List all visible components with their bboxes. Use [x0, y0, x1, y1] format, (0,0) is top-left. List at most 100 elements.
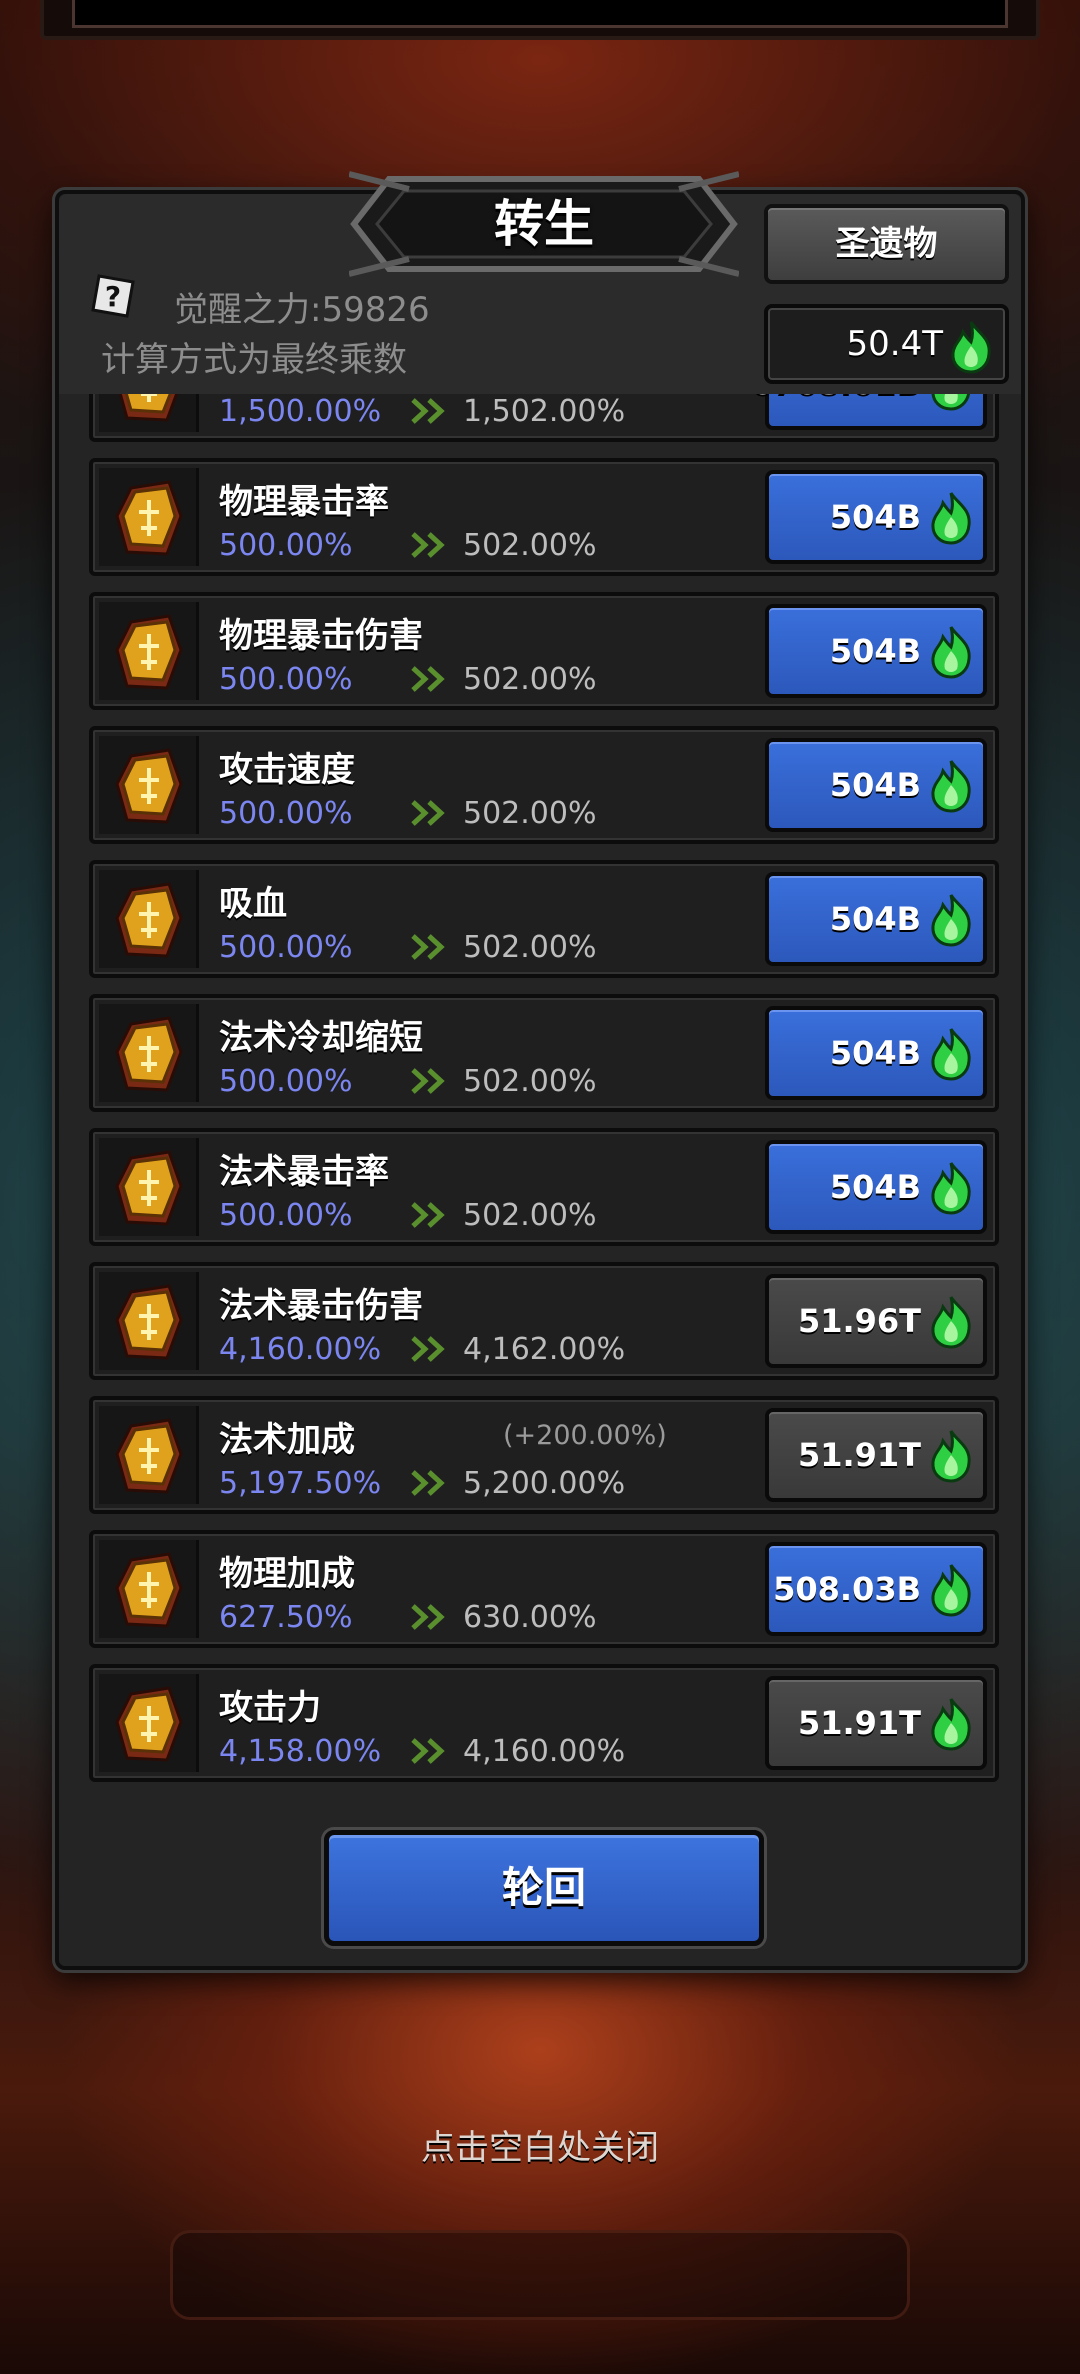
cost-value: 51.96T [797, 1302, 921, 1340]
stat-name: 法术加成 [219, 1420, 355, 1460]
cost-value: 504B [829, 1168, 921, 1206]
upgrade-cost-button[interactable]: 504B [765, 872, 987, 966]
list-item: 物理暴击伤害 500.00% 502.00% 504B [89, 592, 999, 710]
upgrade-cost-button[interactable]: 504B [765, 738, 987, 832]
double-chevron-icon [409, 1200, 449, 1230]
upgrade-cost-button[interactable]: 504B [765, 1140, 987, 1234]
stat-name: 攻击力 [219, 1688, 321, 1728]
list-item: 法术冷却缩短 500.00% 502.00% 504B [89, 994, 999, 1112]
help-icon[interactable]: ? [89, 272, 137, 320]
rune-icon [118, 394, 179, 422]
green-flame-icon [927, 394, 975, 415]
green-flame-icon [927, 625, 975, 683]
rune-icon [115, 614, 183, 690]
double-chevron-icon [409, 1468, 449, 1498]
cost-value: 504B [829, 900, 921, 938]
rune-icon [115, 1686, 183, 1762]
upgrade-cost-button[interactable]: 504B [765, 470, 987, 564]
stat-name: 物理暴击率 [219, 482, 389, 522]
title-plate: 转生 [349, 169, 739, 279]
rune-icon-box [99, 1272, 199, 1370]
stat-current-value: 500.00% [219, 796, 353, 831]
stat-next-value: 502.00% [463, 662, 597, 697]
stat-name: 物理加成 [219, 1554, 355, 1594]
rune-icon [115, 1552, 183, 1628]
green-flame-icon [927, 1563, 975, 1621]
stat-current-value: 5,197.50% [219, 1466, 382, 1501]
stat-name: 攻击速度 [219, 750, 355, 790]
upgrade-list[interactable]: 防御力 1,500.00% 1,502.00% 6768.01B [89, 394, 999, 1794]
double-chevron-icon [409, 1602, 449, 1632]
rune-icon-box [99, 1540, 199, 1638]
calc-method-text: 计算方式为最终乘数 [101, 340, 407, 380]
cost-value: 504B [829, 632, 921, 670]
upgrade-cost-button[interactable]: 504B [765, 1006, 987, 1100]
upgrade-cost-button[interactable]: 51.96T [765, 1274, 987, 1368]
rune-icon-box [99, 1674, 199, 1772]
stat-next-value: 502.00% [463, 1064, 597, 1099]
rune-icon-box [99, 1138, 199, 1236]
stat-name: 法术暴击率 [219, 1152, 389, 1192]
stat-current-value: 500.00% [219, 1064, 353, 1099]
stat-next-value: 5,200.00% [463, 1466, 626, 1501]
stat-current-value: 500.00% [219, 528, 353, 563]
reincarnate-button[interactable]: 轮回 [324, 1830, 764, 1946]
double-chevron-icon [409, 798, 449, 828]
list-item: 法术暴击率 500.00% 502.00% 504B [89, 1128, 999, 1246]
cost-value: 508.03B [773, 1570, 921, 1608]
list-item: 物理加成 627.50% 630.00% 508.03B [89, 1530, 999, 1648]
double-chevron-icon [409, 396, 449, 426]
stat-current-value: 4,158.00% [219, 1734, 382, 1769]
list-item: 防御力 1,500.00% 1,502.00% 6768.01B [89, 394, 999, 442]
rune-icon-box [99, 870, 199, 968]
stat-name: 吸血 [219, 884, 287, 924]
cost-value: 6768.01B [751, 394, 921, 426]
stat-bonus: (+200.00%) [503, 1420, 667, 1451]
upgrade-cost-button[interactable]: 51.91T [765, 1408, 987, 1502]
stat-current-value: 500.00% [219, 662, 353, 697]
green-flame-icon [927, 759, 975, 817]
stat-current-value: 4,160.00% [219, 1332, 382, 1367]
cost-value: 504B [829, 498, 921, 536]
upgrade-cost-button[interactable]: 51.91T [765, 1676, 987, 1770]
rune-icon-box [99, 736, 199, 834]
cost-value: 504B [829, 766, 921, 804]
rune-icon-box [99, 468, 199, 566]
upgrade-cost-button[interactable]: 504B [765, 604, 987, 698]
cost-value: 51.91T [797, 1704, 921, 1742]
green-flame-icon [927, 1697, 975, 1755]
stat-current-value: 500.00% [219, 1198, 353, 1233]
stat-next-value: 1,502.00% [463, 394, 626, 429]
currency-display: 50.4T [764, 304, 1009, 384]
stat-next-value: 4,162.00% [463, 1332, 626, 1367]
reincarnation-panel: 转生 圣遗物 50.4T ? 觉醒之力:59826 计算方式为最终乘数 防御力 [55, 171, 1025, 1970]
stat-current-value: 1,500.00% [219, 394, 382, 429]
stat-next-value: 502.00% [463, 1198, 597, 1233]
relic-button[interactable]: 圣遗物 [764, 204, 1009, 284]
stat-current-value: 627.50% [219, 1600, 353, 1635]
currency-value: 50.4T [846, 324, 943, 364]
rune-icon [115, 1418, 183, 1494]
list-item: 法术暴击伤害 4,160.00% 4,162.00% 51.96T [89, 1262, 999, 1380]
panel-title: 转生 [494, 195, 594, 253]
stat-next-value: 502.00% [463, 930, 597, 965]
rune-icon [115, 1284, 183, 1360]
stat-name: 法术暴击伤害 [219, 1286, 423, 1326]
double-chevron-icon [409, 1334, 449, 1364]
green-flame-icon [927, 1295, 975, 1353]
rune-icon [115, 748, 183, 824]
green-flame-icon [947, 320, 995, 378]
upgrade-cost-button[interactable]: 6768.01B [751, 394, 987, 430]
green-flame-icon [927, 1429, 975, 1487]
rune-icon-box [99, 394, 199, 432]
list-item: 物理暴击率 500.00% 502.00% 504B [89, 458, 999, 576]
upgrade-cost-button[interactable]: 508.03B [765, 1542, 987, 1636]
rune-icon [115, 1016, 183, 1092]
rune-icon [115, 882, 183, 958]
close-hint: 点击空白处关闭 [421, 2128, 659, 2168]
list-item: 攻击力 4,158.00% 4,160.00% 51.91T [89, 1664, 999, 1782]
stat-next-value: 4,160.00% [463, 1734, 626, 1769]
rune-icon-box [99, 1406, 199, 1504]
svg-text:?: ? [105, 280, 121, 313]
rune-icon [115, 480, 183, 556]
